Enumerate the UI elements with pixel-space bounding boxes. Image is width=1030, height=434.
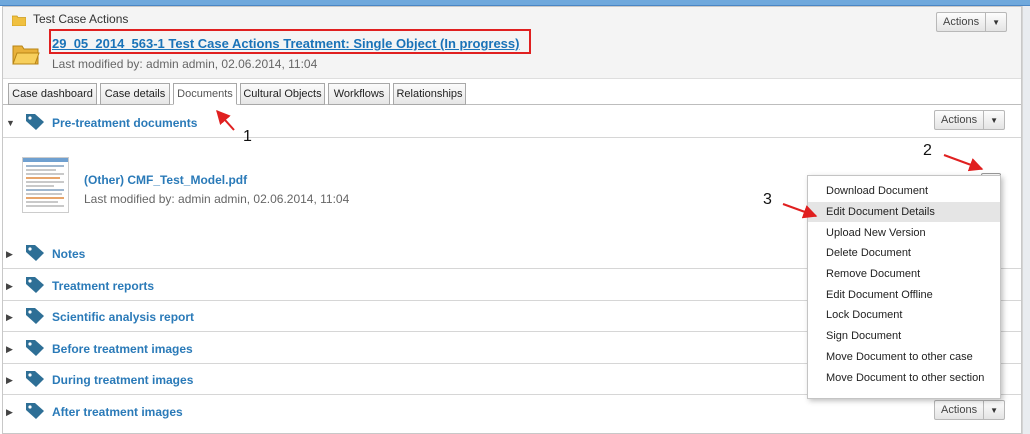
callout-2: 2 — [923, 142, 932, 159]
section-title[interactable]: Scientific analysis report — [52, 310, 194, 324]
tag-icon — [26, 245, 44, 261]
chevron-down-icon: ▼ — [990, 405, 999, 415]
chevron-down-icon: ▼ — [992, 17, 1001, 27]
menu-item-download[interactable]: Download Document — [808, 181, 1000, 202]
tab-case-dashboard[interactable]: Case dashboard — [8, 83, 97, 105]
tag-icon — [26, 403, 44, 419]
actions-label: Actions — [937, 13, 987, 31]
menu-item-edit-offline[interactable]: Edit Document Offline — [808, 284, 1000, 305]
tab-relationships[interactable]: Relationships — [393, 83, 466, 105]
tab-bar: Case dashboard Case details Documents Cu… — [3, 83, 1021, 105]
actions-label: Actions — [935, 111, 985, 129]
callout-3: 3 — [763, 191, 772, 208]
breadcrumb[interactable]: Test Case Actions — [33, 12, 128, 26]
section-actions-button[interactable]: Actions ▼ — [934, 110, 1006, 130]
section-title[interactable]: After treatment images — [52, 405, 183, 419]
case-header: Test Case Actions 29_05_2014_563-1 Test … — [3, 7, 1021, 79]
document-actions-menu: Download Document Edit Document Details … — [807, 175, 1001, 399]
expand-arrow-icon[interactable]: ▶ — [6, 407, 13, 418]
tag-icon — [26, 371, 44, 387]
folder-open-icon — [12, 45, 40, 65]
section-after-images[interactable]: ▶ After treatment images Actions ▼ — [3, 396, 1021, 427]
chevron-down-icon: ▼ — [990, 115, 999, 125]
tab-cultural-objects[interactable]: Cultural Objects — [240, 83, 325, 105]
menu-item-upload-version[interactable]: Upload New Version — [808, 222, 1000, 243]
header-actions-button[interactable]: Actions ▼ — [936, 12, 1008, 32]
menu-item-lock[interactable]: Lock Document — [808, 305, 1000, 326]
tag-icon — [26, 277, 44, 293]
document-last-modified: Last modified by: admin admin, 02.06.201… — [84, 192, 350, 206]
expand-arrow-icon[interactable]: ▶ — [6, 312, 13, 323]
actions-label: Actions — [935, 401, 985, 419]
expand-arrow-icon[interactable]: ▶ — [6, 249, 13, 260]
section-title[interactable]: Treatment reports — [52, 279, 154, 293]
document-name-link[interactable]: (Other) CMF_Test_Model.pdf — [84, 173, 247, 187]
right-scrollbar[interactable] — [1022, 6, 1030, 434]
expand-arrow-icon[interactable]: ▶ — [6, 281, 13, 292]
collapse-arrow-icon[interactable]: ▼ — [6, 118, 15, 128]
last-modified: Last modified by: admin admin, 02.06.201… — [52, 57, 318, 71]
tag-icon — [26, 340, 44, 356]
tag-icon — [26, 308, 44, 324]
expand-arrow-icon[interactable]: ▶ — [6, 344, 13, 355]
tab-workflows[interactable]: Workflows — [328, 83, 390, 105]
menu-item-delete[interactable]: Delete Document — [808, 243, 1000, 264]
menu-item-remove[interactable]: Remove Document — [808, 264, 1000, 285]
section-pre-treatment[interactable]: ▼ Pre-treatment documents Actions ▼ — [3, 107, 1021, 138]
menu-item-sign[interactable]: Sign Document — [808, 326, 1000, 347]
section-title[interactable]: Pre-treatment documents — [52, 116, 197, 130]
menu-item-edit-details[interactable]: Edit Document Details — [808, 201, 1000, 223]
tag-icon — [26, 114, 44, 130]
folder-icon — [12, 15, 26, 26]
callout-1: 1 — [243, 128, 252, 145]
section-title[interactable]: Notes — [52, 247, 85, 261]
expand-arrow-icon[interactable]: ▶ — [6, 375, 13, 386]
section-actions-button[interactable]: Actions ▼ — [934, 400, 1006, 420]
tab-case-details[interactable]: Case details — [100, 83, 170, 105]
section-title[interactable]: Before treatment images — [52, 342, 193, 356]
page-title[interactable]: 29_05_2014_563-1 Test Case Actions Treat… — [52, 36, 519, 51]
section-title[interactable]: During treatment images — [52, 373, 193, 387]
menu-item-move-case[interactable]: Move Document to other case — [808, 347, 1000, 368]
menu-item-move-section[interactable]: Move Document to other section — [808, 367, 1000, 388]
document-thumbnail[interactable] — [22, 157, 69, 213]
tab-documents[interactable]: Documents — [173, 83, 237, 105]
